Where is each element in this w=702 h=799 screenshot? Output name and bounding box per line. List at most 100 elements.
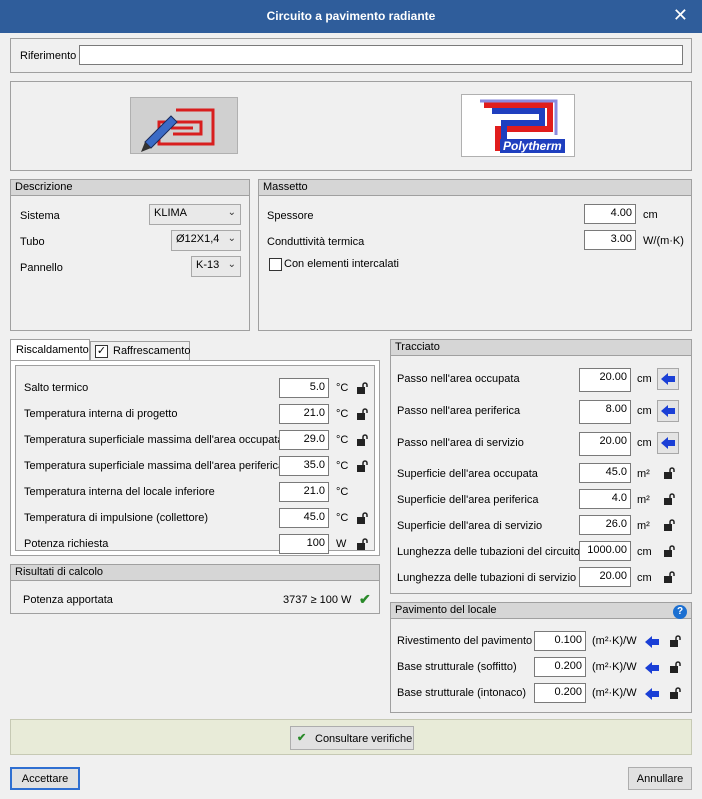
consultare-label: Consultare verifiche — [315, 733, 413, 745]
raffrescamento-checkbox[interactable]: ✓ — [95, 345, 108, 358]
riscaldamento-row-unit: °C — [336, 408, 349, 420]
riscaldamento-row-input[interactable]: 5.0 — [279, 378, 329, 398]
tracciato-row-input[interactable]: 20.00 — [579, 567, 631, 587]
tracciato-row-unit: cm — [637, 373, 652, 385]
title-bar: Circuito a pavimento radiante ✕ — [0, 0, 702, 33]
pannello-value: K-13 — [196, 259, 220, 271]
arrow-left-icon[interactable] — [657, 432, 679, 454]
tubo-select[interactable]: Ø12X1,4 ⌄ — [171, 230, 241, 251]
arrow-left-icon[interactable] — [657, 400, 679, 422]
riscaldamento-row-label: Temperatura interna del locale inferiore — [24, 486, 215, 498]
lock-icon[interactable] — [356, 538, 368, 550]
lock-icon[interactable] — [356, 382, 368, 394]
window-title: Circuito a pavimento radiante — [266, 9, 436, 23]
lock-icon[interactable] — [356, 434, 368, 446]
risultati-panel: Risultati di calcolo Potenza apportata 3… — [10, 564, 380, 614]
arrow-left-icon[interactable] — [641, 683, 663, 705]
tracciato-row-input[interactable]: 1000.00 — [579, 541, 631, 561]
riscaldamento-panel: Salto termico 5.0 °C Temperatura interna di… — [10, 360, 380, 556]
tracciato-row-unit: cm — [637, 405, 652, 417]
lock-icon[interactable] — [356, 512, 368, 524]
brand-label: Polytherm — [500, 139, 565, 153]
pannello-label: Pannello — [20, 262, 63, 274]
lock-icon[interactable] — [663, 571, 675, 583]
potenza-apportata-value: 3737 ≥ 100 W — [283, 594, 352, 606]
riscaldamento-row-input[interactable]: 21.0 — [279, 482, 329, 502]
riscaldamento-row-input[interactable]: 29.0 — [279, 430, 329, 450]
logos-panel: Polytherm — [10, 81, 692, 171]
lock-icon[interactable] — [356, 460, 368, 472]
pavimento-row-unit: (m²·K)/W — [592, 661, 637, 673]
spessore-input[interactable]: 4.00 — [584, 204, 636, 224]
tracciato-row-label: Lunghezza delle tubazioni di servizio — [397, 572, 577, 584]
tracciato-row-input[interactable]: 20.00 — [579, 432, 631, 456]
lock-icon[interactable] — [669, 661, 681, 673]
tracciato-row-unit: m² — [637, 468, 650, 480]
arrow-left-icon[interactable] — [641, 631, 663, 653]
pavimento-row-input[interactable]: 0.200 — [534, 657, 586, 677]
tracciato-row-input[interactable]: 4.0 — [579, 489, 631, 509]
tubo-value: Ø12X1,4 — [176, 233, 220, 245]
riscaldamento-row-label: Potenza richiesta — [24, 538, 109, 550]
tracciato-panel: Tracciato Passo nell'area occupata 20.00 c… — [390, 339, 692, 594]
tracciato-header: Tracciato — [391, 340, 691, 356]
riferimento-input[interactable] — [79, 45, 683, 65]
arrow-left-icon[interactable] — [657, 368, 679, 390]
close-icon[interactable]: ✕ — [673, 5, 688, 26]
sistema-select[interactable]: KLIMA ⌄ — [149, 204, 241, 225]
lock-icon[interactable] — [356, 408, 368, 420]
conduttivita-input[interactable]: 3.00 — [584, 230, 636, 250]
accettare-button[interactable]: Accettare — [10, 767, 80, 790]
help-icon[interactable]: ? — [673, 605, 687, 619]
riscaldamento-row-label: Salto termico — [24, 382, 89, 394]
lock-icon[interactable] — [663, 467, 675, 479]
tracciato-row-input[interactable]: 20.00 — [579, 368, 631, 392]
tab-raffrescamento-label: Raffrescamento — [113, 345, 191, 357]
tab-raffrescamento[interactable]: ✓ Raffrescamento — [90, 341, 190, 360]
pavimento-row-input[interactable]: 0.200 — [534, 683, 586, 703]
massetto-panel: Massetto Spessore 4.00 cm Conduttività t… — [258, 179, 692, 331]
tracciato-row-input[interactable]: 8.00 — [579, 400, 631, 424]
tracciato-row-input[interactable]: 45.0 — [579, 463, 631, 483]
tracciato-row-unit: m² — [637, 494, 650, 506]
riscaldamento-row-input[interactable]: 35.0 — [279, 456, 329, 476]
conduttivita-unit: W/(m·K) — [643, 235, 684, 247]
lock-icon[interactable] — [669, 687, 681, 699]
pavimento-row-label: Rivestimento del pavimento — [397, 635, 533, 647]
arrow-left-icon[interactable] — [641, 657, 663, 679]
riscaldamento-row-input[interactable]: 45.0 — [279, 508, 329, 528]
lock-icon[interactable] — [663, 519, 675, 531]
riscaldamento-row-label: Temperatura di impulsione (collettore) — [24, 512, 209, 524]
lock-icon[interactable] — [663, 545, 675, 557]
accettare-label: Accettare — [21, 773, 69, 785]
pavimento-panel: Pavimento del locale ? Rivestimento del … — [390, 602, 692, 713]
elementi-checkbox[interactable] — [269, 258, 282, 271]
conduttivita-label: Conduttività termica — [267, 236, 365, 248]
lock-icon[interactable] — [669, 635, 681, 647]
riscaldamento-row-input[interactable]: 21.0 — [279, 404, 329, 424]
riscaldamento-inner: Salto termico 5.0 °C Temperatura interna di… — [15, 365, 375, 554]
riscaldamento-row-unit: °C — [336, 460, 349, 472]
riscaldamento-row-label: Temperatura interna di progetto — [24, 408, 178, 420]
check-icon: ✔ — [359, 591, 371, 607]
riscaldamento-row-unit: W — [336, 538, 347, 550]
tracciato-row-input[interactable]: 26.0 — [579, 515, 631, 535]
potenza-apportata-label: Potenza apportata — [23, 594, 113, 606]
elementi-label: Con elementi intercalati — [284, 258, 399, 270]
riscaldamento-row-input[interactable]: 100 — [279, 534, 329, 554]
tracciato-row-label: Passo nell'area di servizio — [397, 437, 524, 449]
consultare-verifiche-button[interactable]: ✔ Consultare verifiche — [290, 726, 414, 750]
sistema-value: KLIMA — [154, 207, 188, 219]
annullare-button[interactable]: Annullare — [628, 767, 692, 790]
riscaldamento-row-label: Temperatura superficiale massima dell'ar… — [24, 434, 284, 446]
descrizione-header: Descrizione — [11, 180, 249, 196]
riscaldamento-row-unit: °C — [336, 512, 349, 524]
lock-icon[interactable] — [663, 493, 675, 505]
pannello-select[interactable]: K-13 ⌄ — [191, 256, 241, 277]
polytherm-logo: Polytherm — [461, 94, 575, 157]
riscaldamento-row-label: Temperatura superficiale massima dell'ar… — [24, 460, 285, 472]
floor-heating-edit-icon[interactable] — [130, 97, 238, 154]
pavimento-row-input[interactable]: 0.100 — [534, 631, 586, 651]
tab-riscaldamento[interactable]: Riscaldamento — [10, 339, 90, 360]
tracciato-row-label: Passo nell'area occupata — [397, 373, 520, 385]
